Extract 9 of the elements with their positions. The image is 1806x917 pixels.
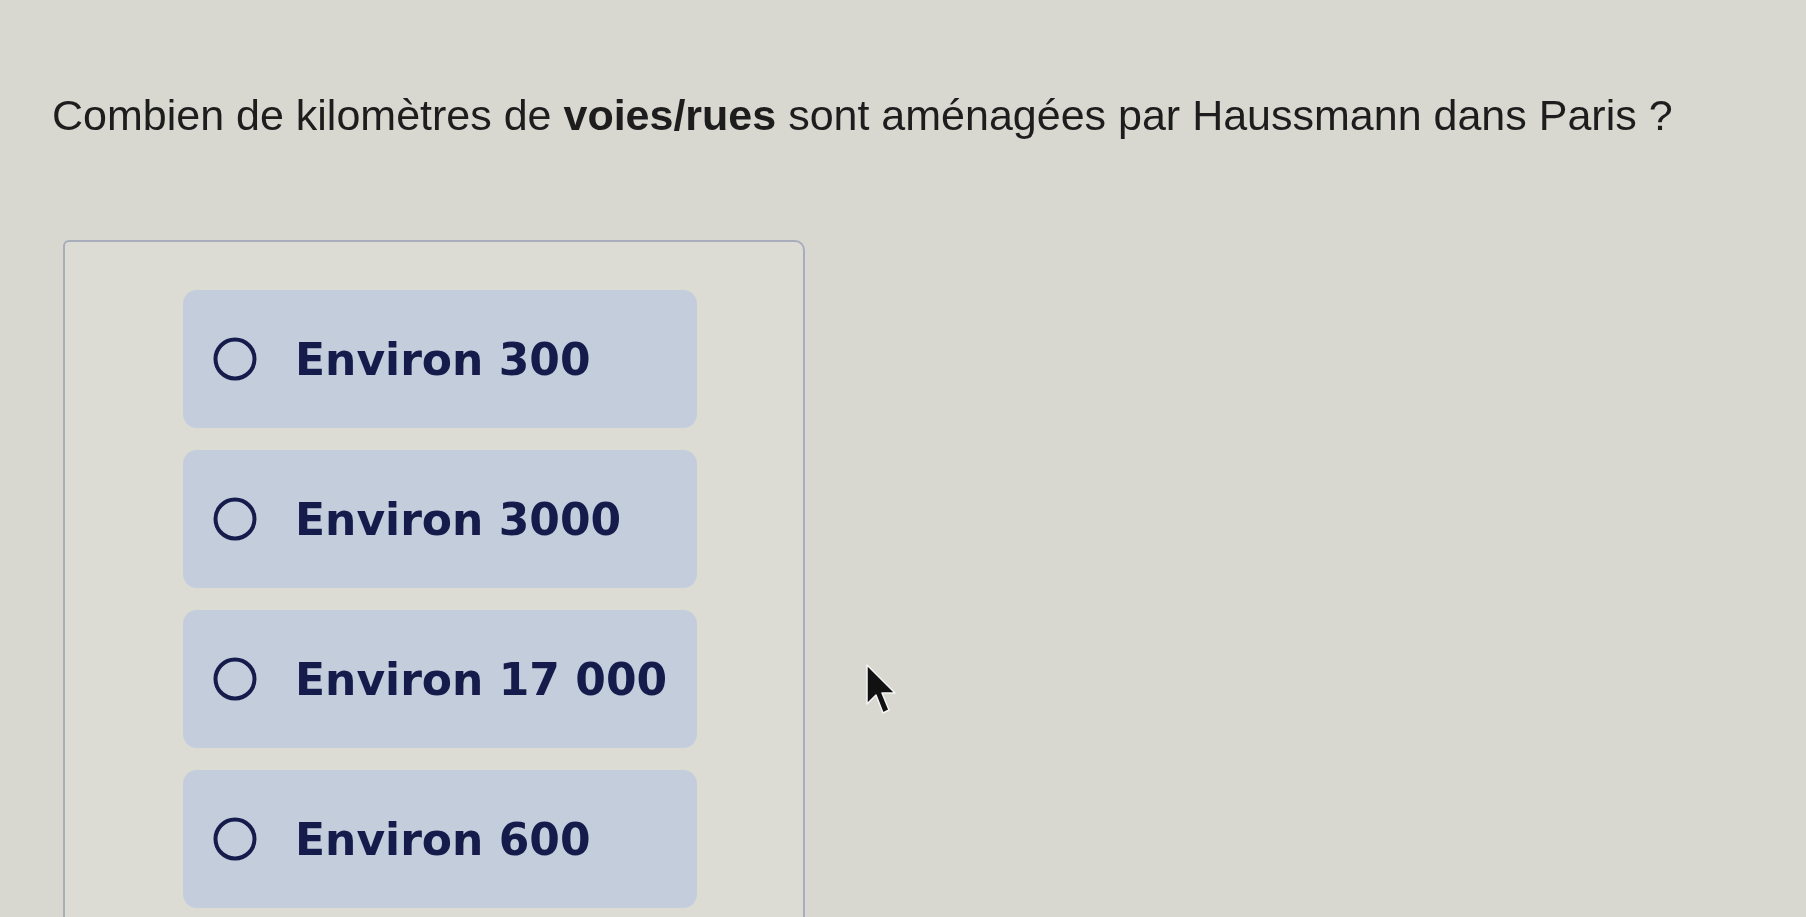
radio-icon[interactable] [213, 337, 257, 381]
answer-option[interactable]: Environ 17 000 [183, 610, 697, 748]
answer-option[interactable]: Environ 3000 [183, 450, 697, 588]
answer-option[interactable]: Environ 600 [183, 770, 697, 908]
radio-icon[interactable] [213, 657, 257, 701]
question-text: Combien de kilomètres de voies/rues sont aménagées par Haussmann dans Paris ? [52, 90, 1673, 140]
radio-icon[interactable] [213, 817, 257, 861]
radio-icon[interactable] [213, 497, 257, 541]
answer-option[interactable]: Environ 300 [183, 290, 697, 428]
